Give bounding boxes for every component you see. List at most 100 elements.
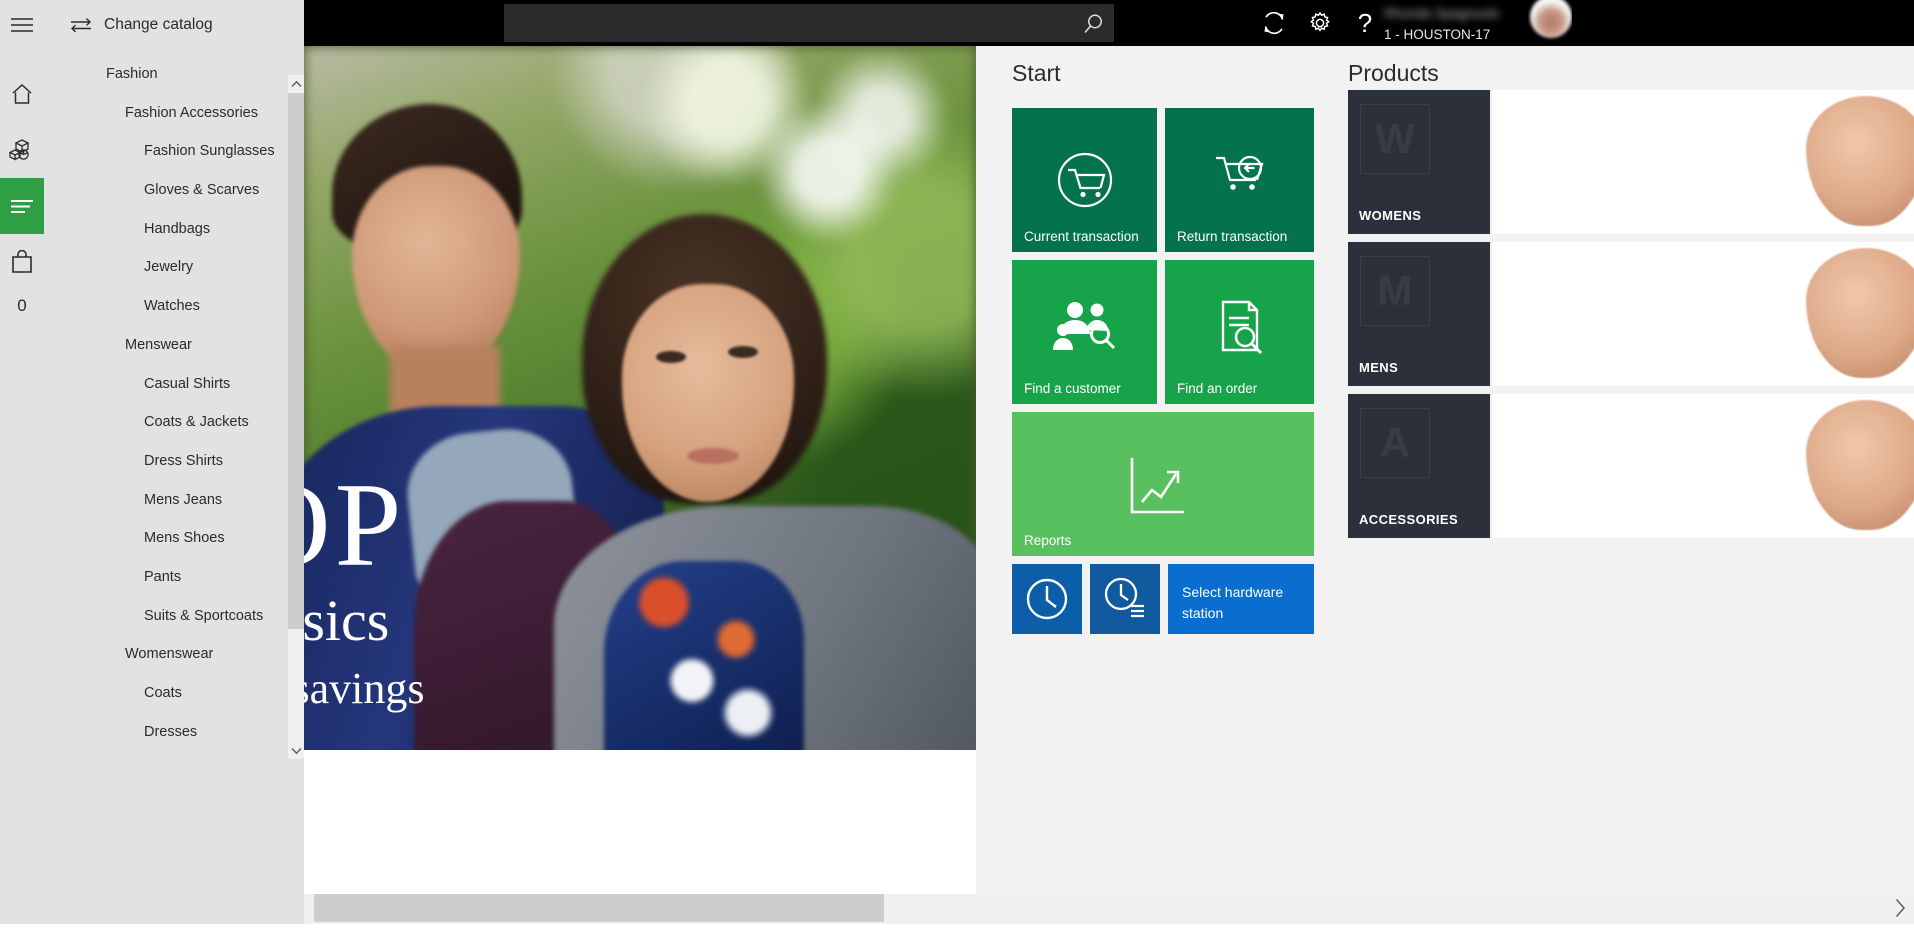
- hamburger-icon: [10, 16, 34, 34]
- swap-arrows-icon: [70, 17, 92, 33]
- catalog-item[interactable]: Fashion Accessories: [44, 94, 289, 133]
- page-bottom-filler: [0, 924, 1914, 934]
- catalog-item[interactable]: Dress Shirts: [44, 442, 289, 481]
- product-category-label: MENS: [1359, 360, 1399, 375]
- catalog-scroll-thumb[interactable]: [288, 93, 304, 629]
- avatar[interactable]: [1528, 0, 1572, 46]
- user-info[interactable]: Rhonda Spagnuolo 1 - HOUSTON-17: [1384, 3, 1514, 45]
- tile-find-a-customer[interactable]: Find a customer: [1012, 260, 1157, 404]
- banner-text-line3: e savings: [304, 664, 425, 713]
- change-catalog-button[interactable]: Change catalog: [44, 0, 304, 50]
- catalog-item[interactable]: Pants: [44, 558, 289, 597]
- product-category-card[interactable]: M MENS: [1348, 242, 1490, 386]
- catalog-item[interactable]: Coats: [44, 674, 289, 713]
- promotional-banner-image: OP assics e savings: [304, 46, 976, 750]
- tile-open-shift[interactable]: [1012, 564, 1082, 634]
- search-icon[interactable]: [1080, 11, 1106, 37]
- order-search-icon: [1165, 298, 1314, 360]
- tile-label: Find a customer: [1024, 381, 1121, 396]
- sidebar-item-home[interactable]: [0, 66, 44, 122]
- chevron-right-icon[interactable]: [1894, 894, 1906, 922]
- banner-figure-woman-lips: [687, 448, 739, 464]
- gear-icon: [1307, 10, 1333, 36]
- products-panel-title: Products: [1348, 60, 1439, 86]
- product-image-panel[interactable]: [1492, 90, 1914, 234]
- product-category-card[interactable]: W WOMENS: [1348, 90, 1490, 234]
- catalog-item[interactable]: Suits & Sportcoats: [44, 597, 289, 636]
- tile-label: Return transaction: [1177, 229, 1288, 244]
- avatar-image: [1530, 0, 1572, 38]
- tile-label: Current transaction: [1024, 229, 1139, 244]
- product-image: [1806, 96, 1914, 226]
- start-panel: Start Current transaction Return transac…: [976, 46, 1346, 934]
- products-grid: W WOMENS M MENS A ACCESSORIES: [1348, 90, 1914, 546]
- pos-application: 0 Change catalog Fashion Fashion Accessor…: [0, 0, 1914, 934]
- catalog-item[interactable]: Menswear: [44, 326, 289, 365]
- chart-arrow-icon: [1012, 450, 1314, 528]
- banner-text-line1: OP: [304, 458, 406, 591]
- sidebar-item-cart[interactable]: [0, 234, 44, 290]
- product-category-card[interactable]: A ACCESSORIES: [1348, 394, 1490, 538]
- user-name: Rhonda Spagnuolo: [1384, 6, 1500, 21]
- cart-return-icon: [1165, 146, 1314, 208]
- catalog-item[interactable]: Fashion Sunglasses: [44, 132, 289, 171]
- product-image: [1806, 400, 1914, 530]
- catalog-item[interactable]: Mens Shoes: [44, 519, 289, 558]
- catalog-list[interactable]: Fashion Fashion Accessories Fashion Sungla…: [44, 55, 289, 929]
- banner-figure-woman-eye-right: [728, 346, 758, 358]
- catalog-item[interactable]: Womenswear: [44, 635, 289, 674]
- product-image-panel[interactable]: [1492, 394, 1914, 538]
- shopping-bag-icon: [11, 250, 33, 274]
- catalog-item[interactable]: Dresses: [44, 713, 289, 752]
- people-search-icon: [1012, 298, 1157, 356]
- settings-button[interactable]: [1305, 8, 1335, 38]
- horizontal-scroll-thumb[interactable]: [314, 894, 884, 922]
- search-input[interactable]: [504, 4, 1064, 42]
- cart-count: 0: [17, 296, 27, 315]
- catalog-item[interactable]: Watches: [44, 287, 289, 326]
- refresh-button[interactable]: [1259, 8, 1289, 38]
- catalog-item[interactable]: Casual Shirts: [44, 365, 289, 404]
- sidebar-item-inventory[interactable]: [0, 122, 44, 178]
- tile-current-transaction[interactable]: Current transaction: [1012, 108, 1157, 252]
- tile-label: Select hardware station: [1182, 584, 1284, 621]
- store-register-label: 1 - HOUSTON-17: [1384, 27, 1491, 42]
- catalog-item[interactable]: Fashion: [44, 55, 289, 94]
- catalog-item[interactable]: Coats & Jackets: [44, 403, 289, 442]
- product-placeholder-letter-icon: M: [1360, 256, 1430, 326]
- start-panel-title: Start: [1012, 60, 1061, 86]
- tile-select-hardware-station[interactable]: Select hardware station: [1168, 564, 1314, 634]
- banner-text-line2: assics: [304, 588, 390, 653]
- product-placeholder-letter-icon: A: [1360, 408, 1430, 478]
- list-lines-icon: [10, 198, 34, 214]
- chevron-down-icon[interactable]: [288, 742, 304, 759]
- catalog-item[interactable]: Handbags: [44, 210, 289, 249]
- tile-return-transaction[interactable]: Return transaction: [1165, 108, 1314, 252]
- home-icon: [10, 82, 34, 106]
- chevron-up-icon[interactable]: [288, 75, 304, 92]
- tile-reports[interactable]: Reports: [1012, 412, 1314, 556]
- catalog-item[interactable]: Mens Jeans: [44, 481, 289, 520]
- horizontal-scrollbar[interactable]: [304, 894, 1914, 924]
- product-image: [1806, 248, 1914, 378]
- products-panel: Products W WOMENS M MENS A ACCESSORIES: [1346, 46, 1914, 934]
- tile-shift-list[interactable]: [1090, 564, 1160, 634]
- product-image-panel[interactable]: [1492, 242, 1914, 386]
- tile-label: Find an order: [1177, 381, 1258, 396]
- catalog-item[interactable]: Jewelry: [44, 248, 289, 287]
- product-category-label: ACCESSORIES: [1359, 512, 1459, 527]
- tile-label: Reports: [1024, 533, 1072, 548]
- product-placeholder-letter-icon: W: [1360, 104, 1430, 174]
- clock-icon: [1012, 564, 1082, 634]
- search-box[interactable]: [504, 4, 1114, 42]
- top-bar: ? Rhonda Spagnuolo 1 - HOUSTON-17: [304, 0, 1914, 46]
- hamburger-menu-button[interactable]: [0, 0, 44, 50]
- product-category-row: W WOMENS: [1348, 90, 1914, 242]
- clock-list-icon: [1090, 564, 1160, 634]
- catalog-item[interactable]: Gloves & Scarves: [44, 171, 289, 210]
- tile-find-an-order[interactable]: Find an order: [1165, 260, 1314, 404]
- sidebar-item-catalog[interactable]: [0, 178, 44, 234]
- refresh-icon: [1261, 10, 1287, 36]
- help-button[interactable]: ?: [1350, 8, 1380, 38]
- catalog-scrollbar[interactable]: [288, 75, 304, 759]
